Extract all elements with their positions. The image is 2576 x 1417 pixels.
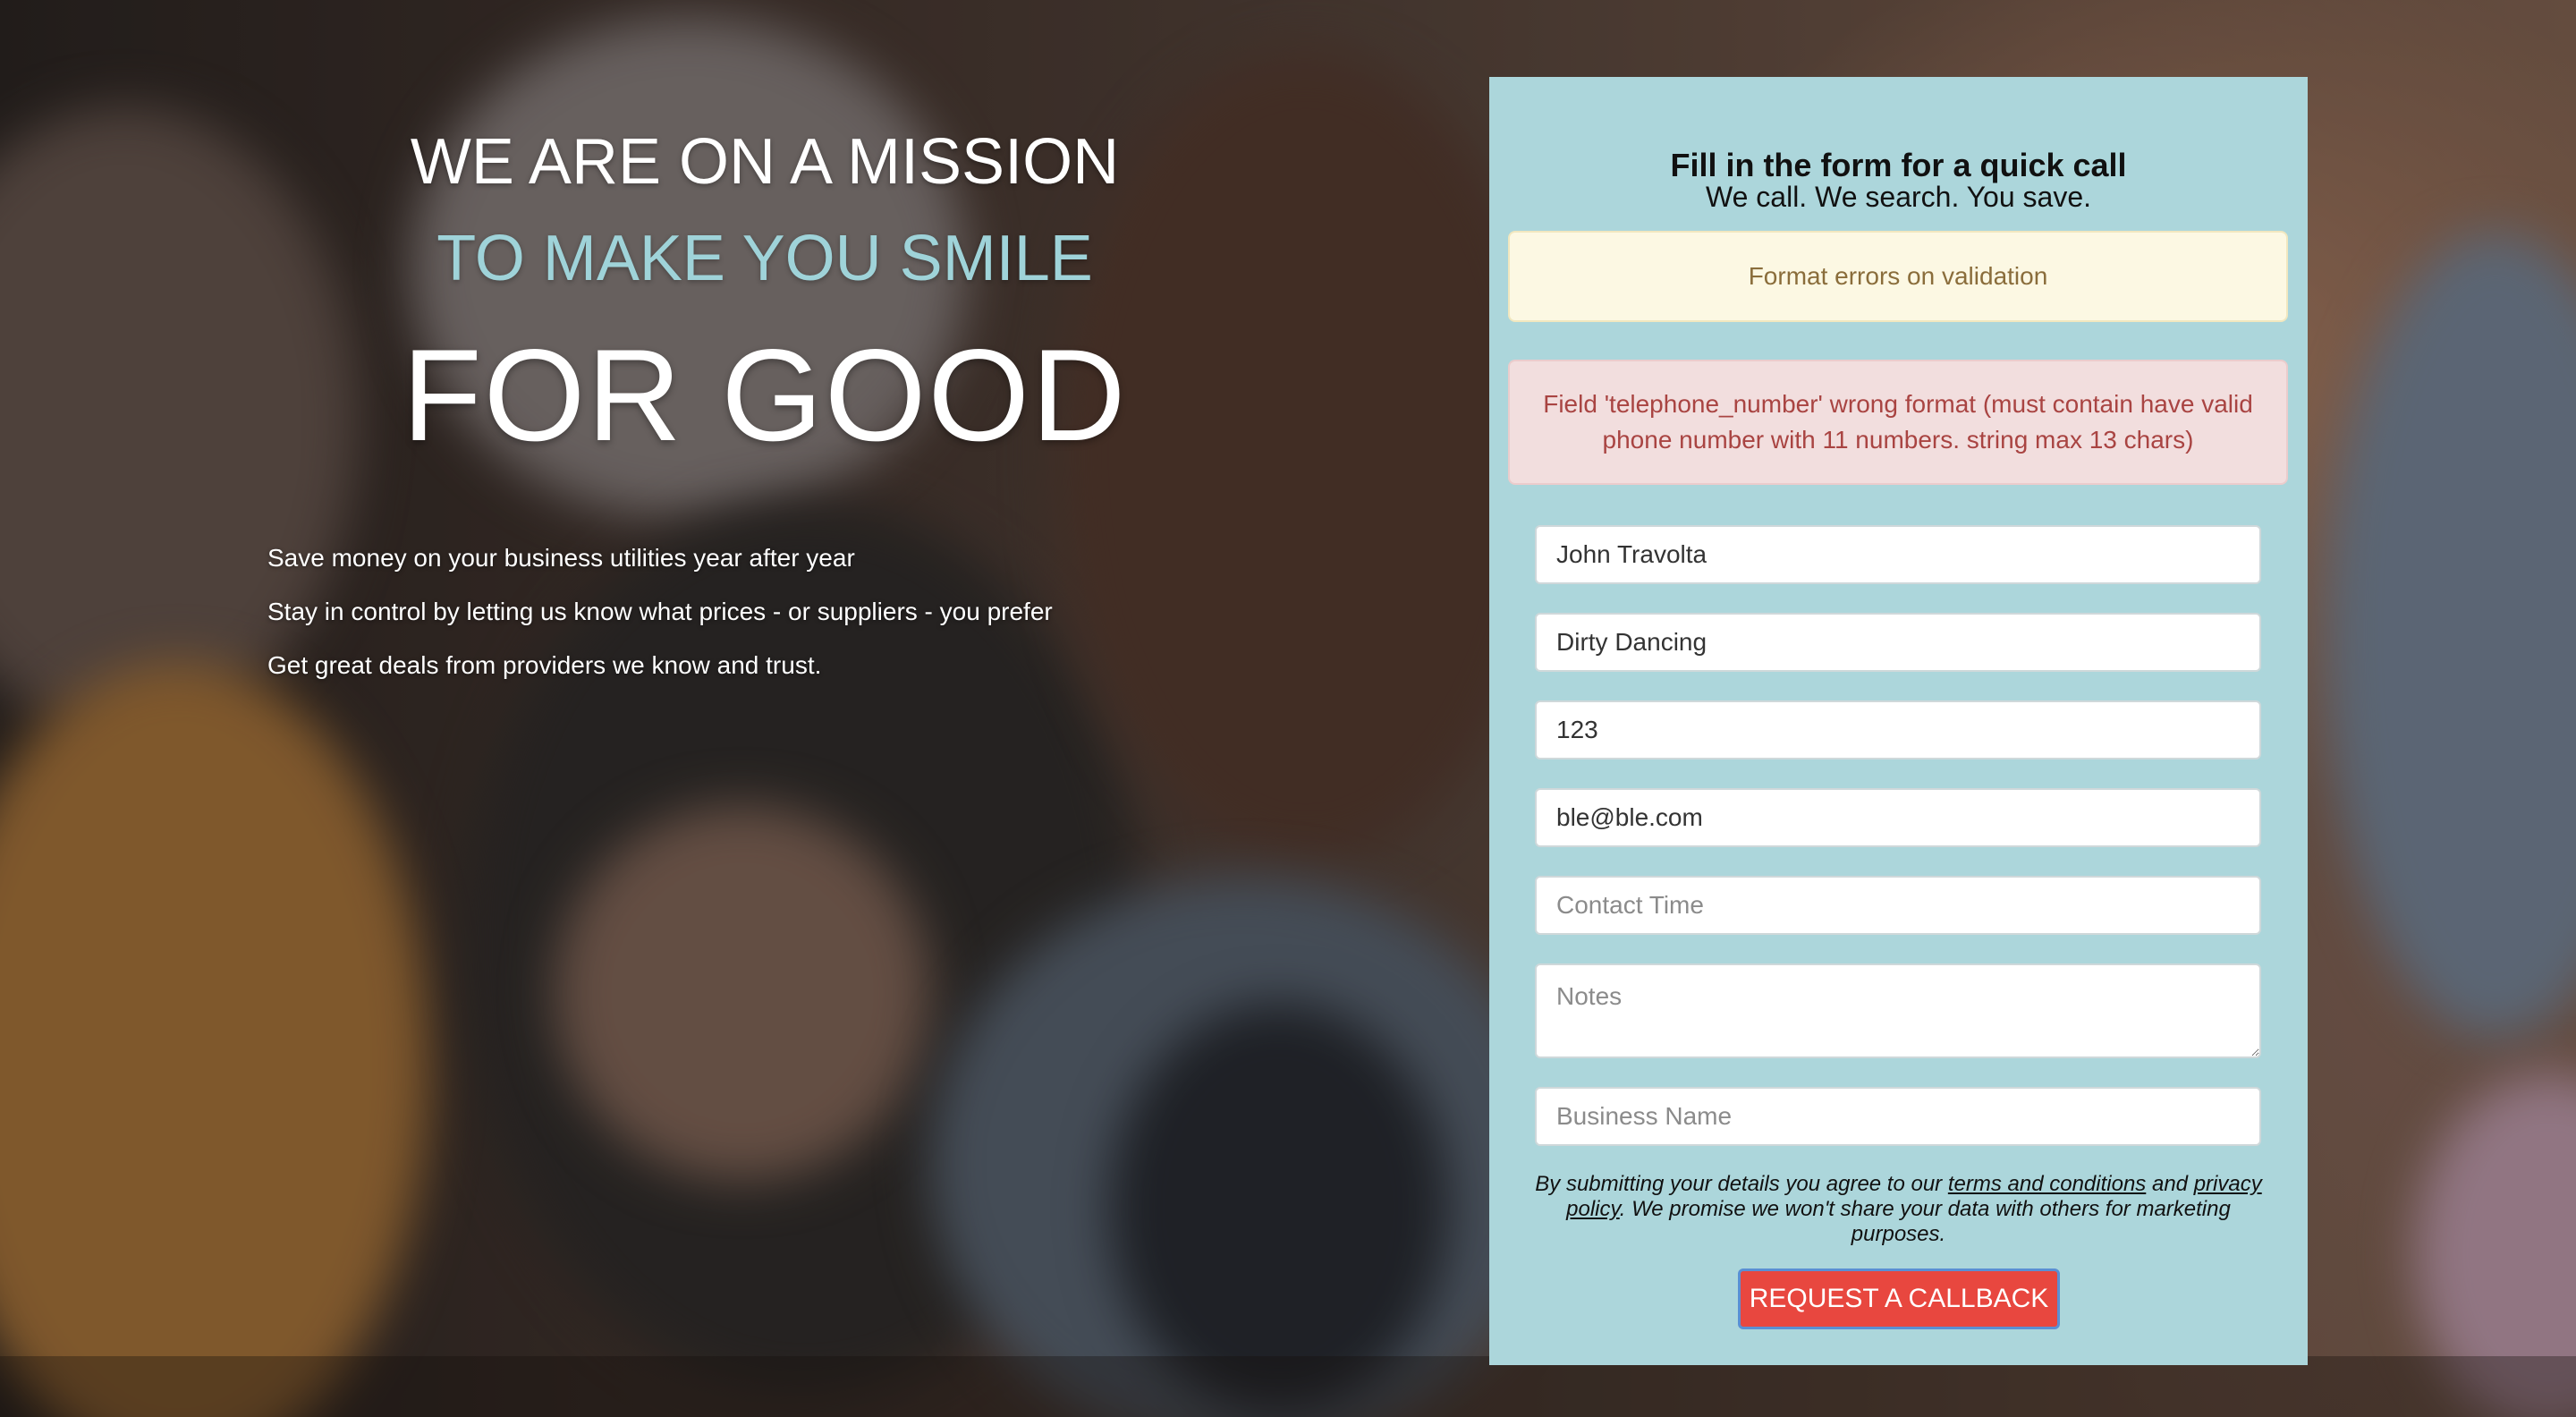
callback-form-panel: Fill in the form for a quick call We cal… <box>1489 77 2308 1365</box>
hero-heading-line1: WE ARE ON A MISSION <box>410 126 1120 198</box>
hero-heading-line3: FOR GOOD <box>402 322 1128 468</box>
form-subtitle: We call. We search. You save. <box>1705 181 2092 213</box>
benefit-item: Stay in control by letting us know what … <box>267 598 1053 625</box>
request-callback-button[interactable]: REQUEST A CALLBACK <box>1738 1269 2060 1329</box>
form-title: Fill in the form for a quick call <box>1670 147 2127 183</box>
consent-text-end: . We promise we won't share your data wi… <box>1619 1197 2231 1246</box>
hero-heading-line2: TO MAKE YOU SMILE <box>436 223 1093 294</box>
consent-text-middle: and <box>2146 1172 2194 1196</box>
benefits-list: Save money on your business utilities ye… <box>267 531 1053 692</box>
notes-textarea[interactable] <box>1535 963 2261 1058</box>
name-input[interactable] <box>1535 525 2261 584</box>
benefit-item: Save money on your business utilities ye… <box>267 544 855 572</box>
contact-time-input[interactable] <box>1535 876 2261 935</box>
consent-text: By submitting your details you agree to … <box>1525 1172 2272 1247</box>
validation-warning-alert: Format errors on validation <box>1508 231 2288 322</box>
business-name-input[interactable] <box>1535 1087 2261 1146</box>
telephone-input[interactable] <box>1535 700 2261 759</box>
benefit-item: Get great deals from providers we know a… <box>267 651 822 679</box>
surname-input[interactable] <box>1535 613 2261 672</box>
email-input[interactable] <box>1535 788 2261 847</box>
consent-text-start: By submitting your details you agree to … <box>1535 1172 1948 1196</box>
terms-link[interactable]: terms and conditions <box>1948 1172 2146 1196</box>
validation-error-alert: Field 'telephone_number' wrong format (m… <box>1508 360 2288 485</box>
